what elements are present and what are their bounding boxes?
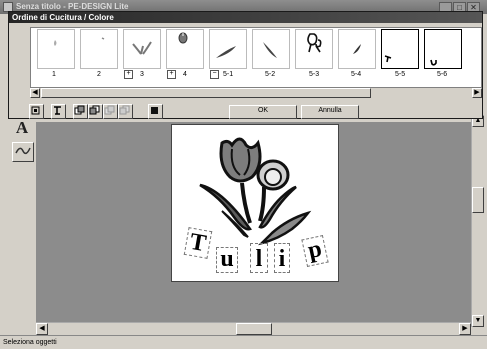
stitch-item-5-1[interactable]: − 5-1 — [207, 29, 247, 85]
vertical-scroll-thumb[interactable] — [472, 187, 484, 213]
move-back-icon[interactable] — [88, 104, 103, 119]
embroidery-tool-icon[interactable] — [12, 142, 34, 162]
color-icon[interactable] — [148, 104, 163, 119]
horizontal-scrollbar[interactable]: ◀ ▶ — [36, 322, 471, 335]
dialog-scroll-thumb[interactable] — [41, 88, 371, 98]
letter-i[interactable]: i — [274, 243, 290, 273]
dialog-horizontal-scrollbar[interactable]: ◀ ▶ — [30, 88, 482, 98]
flower-outline-icon — [307, 33, 322, 53]
stitch-item-2[interactable]: 2 — [78, 29, 118, 85]
stitch-item-5-3[interactable]: 5-3 — [293, 29, 333, 85]
scroll-left-button[interactable]: ◀ — [36, 323, 48, 335]
grass-leaves-icon — [132, 41, 152, 55]
stitch-item-4[interactable]: + 4 — [164, 29, 204, 85]
status-text: Seleziona oggetti — [3, 339, 57, 346]
tiny-dash-shape-icon — [101, 37, 105, 40]
stitch-item-3[interactable]: + 3 — [121, 29, 161, 85]
stitch-item-5-4[interactable]: 5-4 — [336, 29, 376, 85]
letter-l[interactable]: l — [250, 243, 268, 273]
move-front-icon[interactable] — [73, 104, 88, 119]
letter-u-mark-icon — [430, 59, 437, 66]
group-icon[interactable] — [51, 104, 66, 119]
scroll-right-button[interactable]: ▶ — [459, 323, 471, 335]
stitch-order-list: 1 2 + 3 + 4 − 5-1 5-2 5-3 5-4 5-5 5-6 — [30, 27, 482, 88]
leaf-right-icon — [263, 42, 277, 58]
leaf-left-icon — [216, 46, 236, 58]
tiny-dot-shape-icon — [54, 40, 57, 46]
stitch-item-5-2[interactable]: 5-2 — [250, 29, 290, 85]
dialog-scroll-right-button[interactable]: ▶ — [472, 88, 482, 98]
letter-u[interactable]: u — [216, 247, 238, 273]
move-down-icon[interactable] — [118, 104, 133, 119]
text-tool-icon[interactable]: A — [12, 119, 32, 137]
dialog-title: Ordine di Cucitura / Colore — [12, 13, 114, 22]
collapse-toggle-5[interactable]: − — [210, 70, 219, 79]
vertical-scrollbar[interactable]: ▲ ▼ — [471, 115, 484, 327]
cancel-button[interactable]: Annulla — [301, 105, 359, 119]
stitch-item-5-6[interactable]: 5-6 — [422, 29, 462, 85]
horizontal-scroll-thumb[interactable] — [236, 323, 272, 335]
stitch-order-dialog: Ordine di Cucitura / Colore 1 2 + 3 + 4 … — [8, 11, 483, 119]
app-title: Senza titolo - PE-DESIGN Lite — [16, 2, 129, 11]
status-bar: Seleziona oggetti — [0, 335, 487, 349]
stitch-item-5-5[interactable]: 5-5 — [379, 29, 419, 85]
small-leaf-icon — [353, 44, 361, 54]
tulip-bud-icon — [178, 32, 188, 44]
letter-t-mark-icon — [384, 55, 392, 63]
ok-button[interactable]: OK — [229, 105, 297, 119]
expand-toggle-4[interactable]: + — [167, 70, 176, 79]
sort-by-color-icon[interactable] — [29, 104, 44, 119]
scroll-down-button[interactable]: ▼ — [472, 315, 484, 327]
move-up-icon[interactable] — [103, 104, 118, 119]
design-canvas[interactable]: T u l i p — [171, 124, 339, 282]
dialog-title-bar: Ordine di Cucitura / Colore — [9, 12, 482, 23]
letter-t[interactable]: T — [183, 227, 213, 259]
dialog-scroll-left-button[interactable]: ◀ — [30, 88, 40, 98]
stitch-item-1[interactable]: 1 — [35, 29, 75, 85]
expand-toggle-3[interactable]: + — [124, 70, 133, 79]
